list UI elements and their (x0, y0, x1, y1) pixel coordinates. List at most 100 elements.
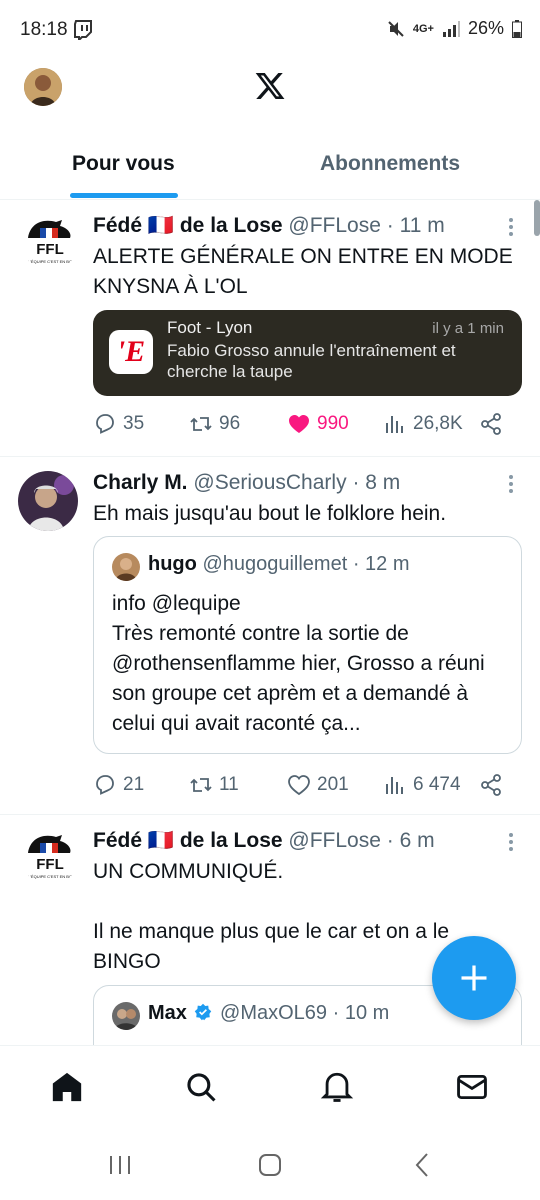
quote-header: hugo @hugoguillemet · 12 m (148, 553, 410, 576)
charly-avatar[interactable] (18, 471, 78, 531)
ffl-logo-icon: FFL L'ÉQUIPE C'EST EN BO (20, 210, 80, 270)
timeline-feed[interactable]: FFL L'ÉQUIPE C'EST EN BO Fédé 🇫🇷 de la L… (0, 200, 540, 1045)
quote-author-handle: @hugoguillemet (202, 553, 348, 575)
reply-count: 35 (123, 413, 145, 434)
svg-text:FFL: FFL (36, 241, 64, 258)
quote-header: Max @MaxOL69 · 10 m (148, 1002, 389, 1025)
author-name-rest[interactable]: de la Lose (180, 829, 283, 852)
svg-text:FFL: FFL (36, 856, 64, 873)
x-logo-icon[interactable] (253, 70, 287, 102)
retweet-button[interactable]: 96 (189, 412, 240, 436)
view-count: 6 474 (413, 774, 461, 795)
quote-author-name: Max (148, 1002, 187, 1024)
author-handle[interactable]: @FFLose (288, 829, 381, 852)
home-button-icon[interactable] (255, 1150, 285, 1180)
recent-apps-icon[interactable] (105, 1150, 135, 1180)
quote-text: info @lequipe Très remonté contre la sor… (112, 592, 485, 735)
profile-avatar[interactable] (24, 68, 62, 106)
notification-app: Foot - Lyon (167, 318, 253, 337)
notification-body: Fabio Grosso annule l'entraînement et ch… (167, 341, 456, 381)
timeline-tabs: Pour vous Abonnements (0, 140, 540, 200)
views-button[interactable]: 26,8K (383, 412, 463, 436)
tweet-actions: 35 96 990 26,8K (93, 412, 513, 442)
like-button[interactable]: 201 (287, 773, 349, 797)
more-options-icon[interactable] (508, 218, 514, 238)
heart-icon (288, 775, 310, 796)
search-icon[interactable] (184, 1070, 218, 1104)
tweet-text: ALERTE GÉNÉRALE ON ENTRE EN MODE KNYSNA … (93, 245, 513, 298)
views-icon (386, 777, 403, 794)
like-count: 990 (317, 413, 349, 434)
share-icon (481, 774, 501, 796)
tab-pour-vous[interactable]: Pour vous (72, 152, 175, 176)
status-bar: 18:18 4G+ 26% (0, 0, 540, 60)
retweet-icon (190, 778, 212, 792)
reply-count: 21 (123, 774, 145, 795)
reply-icon (96, 775, 114, 795)
tweet-text: UN COMMUNIQUÉ. Il ne manque plus que le … (93, 860, 450, 973)
reply-icon (96, 414, 114, 434)
ffl-logo-icon: FFL L'ÉQUIPE C'EST EN BO (20, 825, 80, 885)
quoted-tweet[interactable]: hugo @hugoguillemet · 12 m info @lequipe… (93, 536, 522, 754)
retweet-count: 11 (219, 774, 239, 795)
quote-time: · 12 m (352, 553, 410, 575)
tweet-header: Fédé 🇫🇷 de la Lose @FFLose · 11 m (93, 214, 445, 238)
quote-time: · 10 m (332, 1002, 390, 1024)
share-button[interactable] (479, 412, 503, 436)
notifications-icon[interactable] (320, 1070, 354, 1104)
author-name-rest[interactable]: de la Lose (180, 214, 283, 237)
tweet-time: · 8 m (352, 471, 401, 494)
more-options-icon[interactable] (508, 833, 514, 853)
like-count: 201 (317, 774, 349, 795)
tweet[interactable]: FFL L'ÉQUIPE C'EST EN BO Fédé 🇫🇷 de la L… (0, 200, 540, 457)
tweet-header: Fédé 🇫🇷 de la Lose @FFLose · 6 m (93, 829, 435, 853)
like-button[interactable]: 990 (287, 412, 349, 436)
tweet-actions: 21 11 201 6 474 (93, 773, 513, 803)
reply-button[interactable]: 21 (93, 773, 144, 797)
network-type: 4G+ (412, 22, 434, 35)
hugo-avatar (112, 553, 140, 581)
retweet-button[interactable]: 11 (189, 773, 239, 797)
tab-abonnements[interactable]: Abonnements (320, 152, 460, 176)
plus-icon (461, 965, 487, 991)
max-avatar (112, 1002, 140, 1030)
messages-icon[interactable] (455, 1070, 489, 1104)
system-navigation-bar (0, 1130, 540, 1200)
ffl-avatar[interactable]: FFL L'ÉQUIPE C'EST EN BO (20, 210, 80, 270)
scrollbar[interactable] (534, 200, 540, 236)
embedded-notification-image[interactable]: 'E Foot - Lyon il y a 1 min Fabio Grosso… (93, 310, 522, 396)
tweet-time: · 6 m (386, 829, 435, 852)
quote-author-name: hugo (148, 553, 197, 575)
user-avatar-image (112, 1002, 140, 1030)
tweet[interactable]: Charly M. @SeriousCharly · 8 m Eh mais j… (0, 457, 540, 815)
mute-icon (388, 20, 404, 37)
author-name[interactable]: Charly M. (93, 471, 188, 494)
signal-icon (442, 20, 460, 37)
twitch-notification-icon (74, 20, 92, 40)
tweet-time: · 11 m (386, 214, 445, 237)
share-icon (481, 413, 501, 435)
share-button[interactable] (479, 773, 503, 797)
heart-filled-icon (289, 415, 309, 433)
author-handle[interactable]: @SeriousCharly (193, 471, 346, 494)
home-icon[interactable] (50, 1070, 84, 1104)
author-name[interactable]: Fédé (93, 214, 142, 237)
ffl-avatar[interactable]: FFL L'ÉQUIPE C'EST EN BO (20, 825, 80, 885)
active-tab-indicator (70, 193, 178, 198)
views-button[interactable]: 6 474 (383, 773, 461, 797)
retweet-count: 96 (219, 413, 241, 434)
author-handle[interactable]: @FFLose (288, 214, 381, 237)
notification-time: il y a 1 min (432, 320, 504, 337)
author-name[interactable]: Fédé (93, 829, 142, 852)
user-avatar-image (112, 553, 140, 581)
views-icon (386, 416, 403, 433)
verified-badge-icon (195, 1003, 212, 1021)
user-avatar-image (24, 68, 62, 106)
svg-text:L'ÉQUIPE C'EST EN BO: L'ÉQUIPE C'EST EN BO (28, 259, 72, 264)
more-options-icon[interactable] (508, 475, 514, 495)
tweet-header: Charly M. @SeriousCharly · 8 m (93, 471, 400, 495)
reply-button[interactable]: 35 (93, 412, 144, 436)
status-time: 18:18 (20, 19, 68, 40)
compose-button[interactable] (432, 936, 516, 1020)
back-icon[interactable] (408, 1150, 438, 1180)
